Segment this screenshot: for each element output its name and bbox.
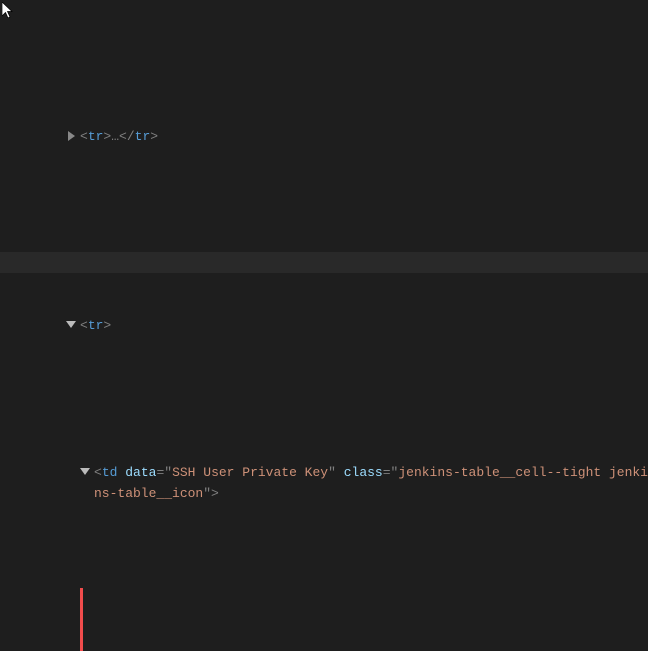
dom-tree-root: <tr>…</tr> <tr> <td data="SSH User Priva… bbox=[0, 0, 648, 651]
tree-node-tr-open[interactable]: <tr> bbox=[80, 315, 648, 336]
tree-node-td-ssh-key[interactable]: <td data="SSH User Private Key" class="j… bbox=[94, 462, 648, 504]
tree-node-tr-collapsed[interactable]: <tr>…</tr> bbox=[80, 126, 648, 147]
modified-marker-red bbox=[80, 588, 83, 651]
collapse-toggle-icon[interactable] bbox=[80, 467, 90, 477]
collapse-toggle-icon[interactable] bbox=[66, 320, 76, 330]
expand-toggle-icon[interactable] bbox=[66, 131, 76, 141]
